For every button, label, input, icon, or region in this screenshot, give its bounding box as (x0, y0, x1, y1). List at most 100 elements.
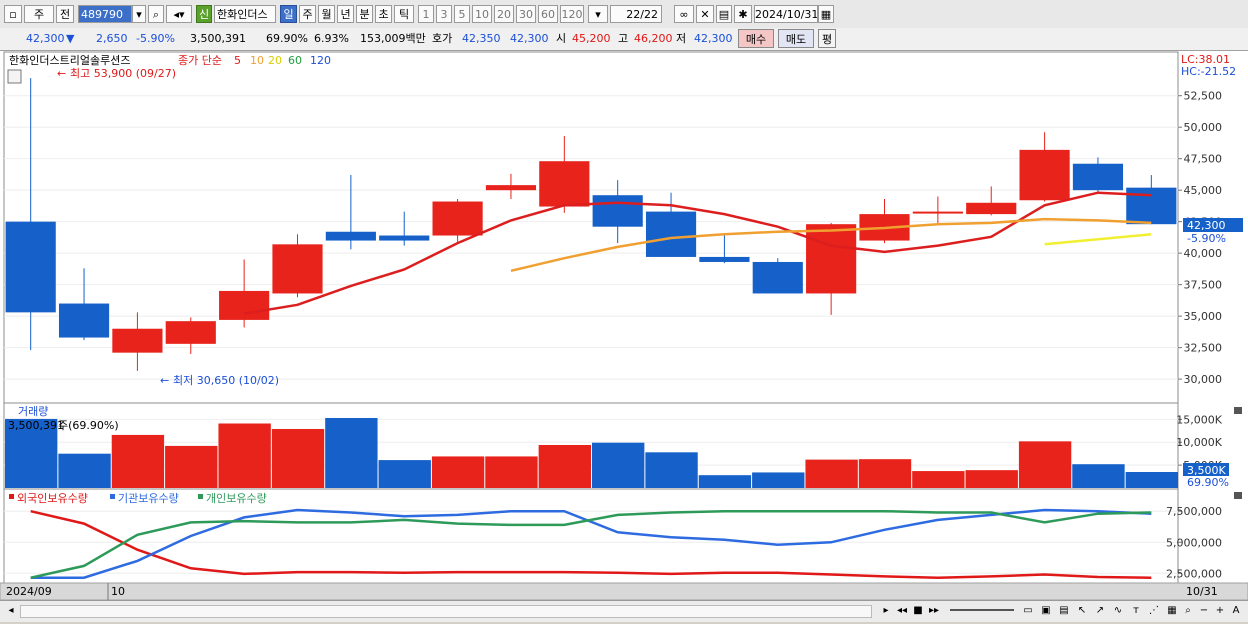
candle-body (806, 224, 857, 294)
turnover-rate: 6.93% (314, 32, 349, 45)
layout-icon[interactable]: ▭ (1022, 604, 1034, 618)
y-tick-label: 40,000 (1184, 247, 1223, 260)
candle-body (592, 195, 643, 227)
interval-button[interactable]: 3 (436, 5, 452, 23)
candle-body (5, 221, 56, 313)
current-price-tag: 42,300 (1187, 219, 1226, 232)
eval-button[interactable]: 평 (818, 29, 836, 48)
table-icon[interactable] (7, 69, 22, 84)
grid-tool-icon[interactable]: ▦ (1166, 604, 1178, 618)
zoom-slider[interactable] (950, 609, 1014, 611)
market-type-select[interactable]: 주 (24, 5, 54, 23)
sell-button[interactable]: 매도 (778, 29, 814, 48)
chart-area[interactable]: 30,00032,50035,00037,50040,00042,50045,0… (0, 51, 1248, 621)
stock-name-label: 한화인더스트리얼솔루션즈 (9, 53, 130, 67)
rewind-icon[interactable]: ◂◂ (895, 604, 909, 618)
y-tick-label: 5,000,000 (1166, 536, 1222, 549)
foreign-legend-marker (9, 494, 14, 499)
code-dropdown-icon[interactable]: ▾ (132, 5, 146, 23)
y-tick-label: 47,500 (1184, 153, 1223, 166)
volume-panel-title: 거래량 (18, 405, 48, 418)
stock-name-field[interactable]: 한화인더스 (214, 5, 276, 23)
count-field[interactable]: 22/22 (610, 5, 662, 23)
speaker-icon[interactable]: ◂▾ (166, 5, 192, 23)
text-tool-icon[interactable]: ᴛ (1130, 604, 1142, 618)
change-percent: -5.90% (136, 32, 175, 45)
low-label: 저 (676, 32, 687, 45)
x-axis-strip (0, 582, 1248, 601)
interval-button[interactable]: 30 (516, 5, 536, 23)
interval-button[interactable]: 10 (472, 5, 492, 23)
stock-chart-svg[interactable]: 30,00032,50035,00037,50040,00042,50045,0… (0, 51, 1248, 621)
zoom-icon[interactable]: ⌕ (1182, 604, 1194, 618)
stop-icon[interactable]: ■ (912, 604, 924, 618)
volume-bar (645, 452, 698, 488)
gear-icon[interactable]: ✱ (734, 5, 752, 23)
tab-period-day[interactable]: 일 (280, 5, 297, 23)
legend-foreign: 외국인보유수량 (17, 492, 88, 505)
interval-button[interactable]: 1 (418, 5, 434, 23)
tab-period-month[interactable]: 월 (318, 5, 335, 23)
search-icon[interactable]: ⌕ (148, 5, 164, 23)
candle-body (112, 328, 163, 353)
candle-body (912, 211, 963, 214)
stock-code-input[interactable]: 489790 (78, 5, 132, 23)
tab-period-week[interactable]: 주 (299, 5, 316, 23)
volume-bar (912, 471, 965, 488)
volume-bar (1018, 441, 1072, 488)
tab-period-year[interactable]: 년 (337, 5, 354, 23)
fan-tool-icon[interactable]: ⋰ (1148, 604, 1160, 618)
layout-split-icon[interactable]: ▣ (1040, 604, 1052, 618)
scroll-right-icon[interactable]: ▸ (880, 604, 892, 618)
tab-period-minute[interactable]: 분 (356, 5, 373, 23)
interval-dropdown-icon[interactable]: ▾ (588, 5, 608, 23)
fast-forward-icon[interactable]: ▸▸ (927, 604, 941, 618)
x-axis-label-month: 10 (111, 585, 125, 598)
y-tick-label: 32,500 (1184, 342, 1223, 355)
crosshair-icon[interactable]: ✕ (696, 5, 714, 23)
candle-body (485, 185, 537, 191)
bid-ask-price-1: 42,350 (462, 32, 501, 45)
volume-panel-unit: 주(69.90%) (58, 419, 119, 432)
tab-period-second[interactable]: 초 (375, 5, 392, 23)
auto-scale-icon[interactable]: A (1230, 604, 1242, 618)
tab-period-tick[interactable]: 틱 (394, 5, 414, 23)
volume-bar (592, 442, 645, 488)
volume-bar (431, 456, 485, 488)
max-arrow-icon: ← (57, 67, 66, 80)
chain-icon[interactable]: ∞ (674, 5, 694, 23)
copy-icon[interactable]: ▤ (1058, 604, 1070, 618)
buy-button[interactable]: 매수 (738, 29, 774, 48)
bid-ask-price-2: 42,300 (510, 32, 549, 45)
legend-institution: 기관보유수량 (118, 492, 179, 505)
calendar-icon[interactable]: ▦ (818, 5, 834, 23)
price-change: 2,650 (96, 32, 128, 45)
volume-panel-value: 3,500,391 (8, 419, 64, 432)
interval-button[interactable]: 20 (494, 5, 514, 23)
date-field[interactable]: 2024/10/31 (754, 5, 818, 23)
zoom-out-icon[interactable]: − (1198, 604, 1210, 618)
volume-bar (325, 418, 378, 488)
interval-button[interactable]: 60 (538, 5, 558, 23)
scroll-left-icon[interactable]: ◂ (6, 604, 16, 618)
zoom-in-icon[interactable]: + (1214, 604, 1226, 618)
save-icon[interactable]: ▤ (716, 5, 732, 23)
window-icon[interactable]: ▫ (4, 5, 22, 23)
volume-bar (1072, 464, 1125, 488)
wave-tool-icon[interactable]: ∿ (1112, 604, 1124, 618)
volume-bar (805, 459, 858, 488)
volume-panel-close-icon[interactable] (1234, 407, 1242, 414)
ma-period-120: 120 (310, 54, 331, 67)
interval-button[interactable]: 120 (560, 5, 584, 23)
cursor-tool-icon[interactable]: ↖ (1076, 604, 1088, 618)
volume-ratio-tag: 69.90% (1187, 476, 1229, 489)
horizontal-scrollbar[interactable] (20, 605, 872, 618)
quote-bar: 42,300 ▼ 2,650 -5.90% 3,500,391 69.90% 6… (0, 28, 1248, 51)
holdings-panel-close-icon[interactable] (1234, 492, 1242, 499)
y-tick-label: 37,500 (1184, 279, 1223, 292)
trend-line-icon[interactable]: ↗ (1094, 604, 1106, 618)
volume-bar (485, 456, 538, 488)
interval-button[interactable]: 5 (454, 5, 470, 23)
candle-body (539, 161, 590, 207)
prev-button[interactable]: 전 (56, 5, 74, 23)
